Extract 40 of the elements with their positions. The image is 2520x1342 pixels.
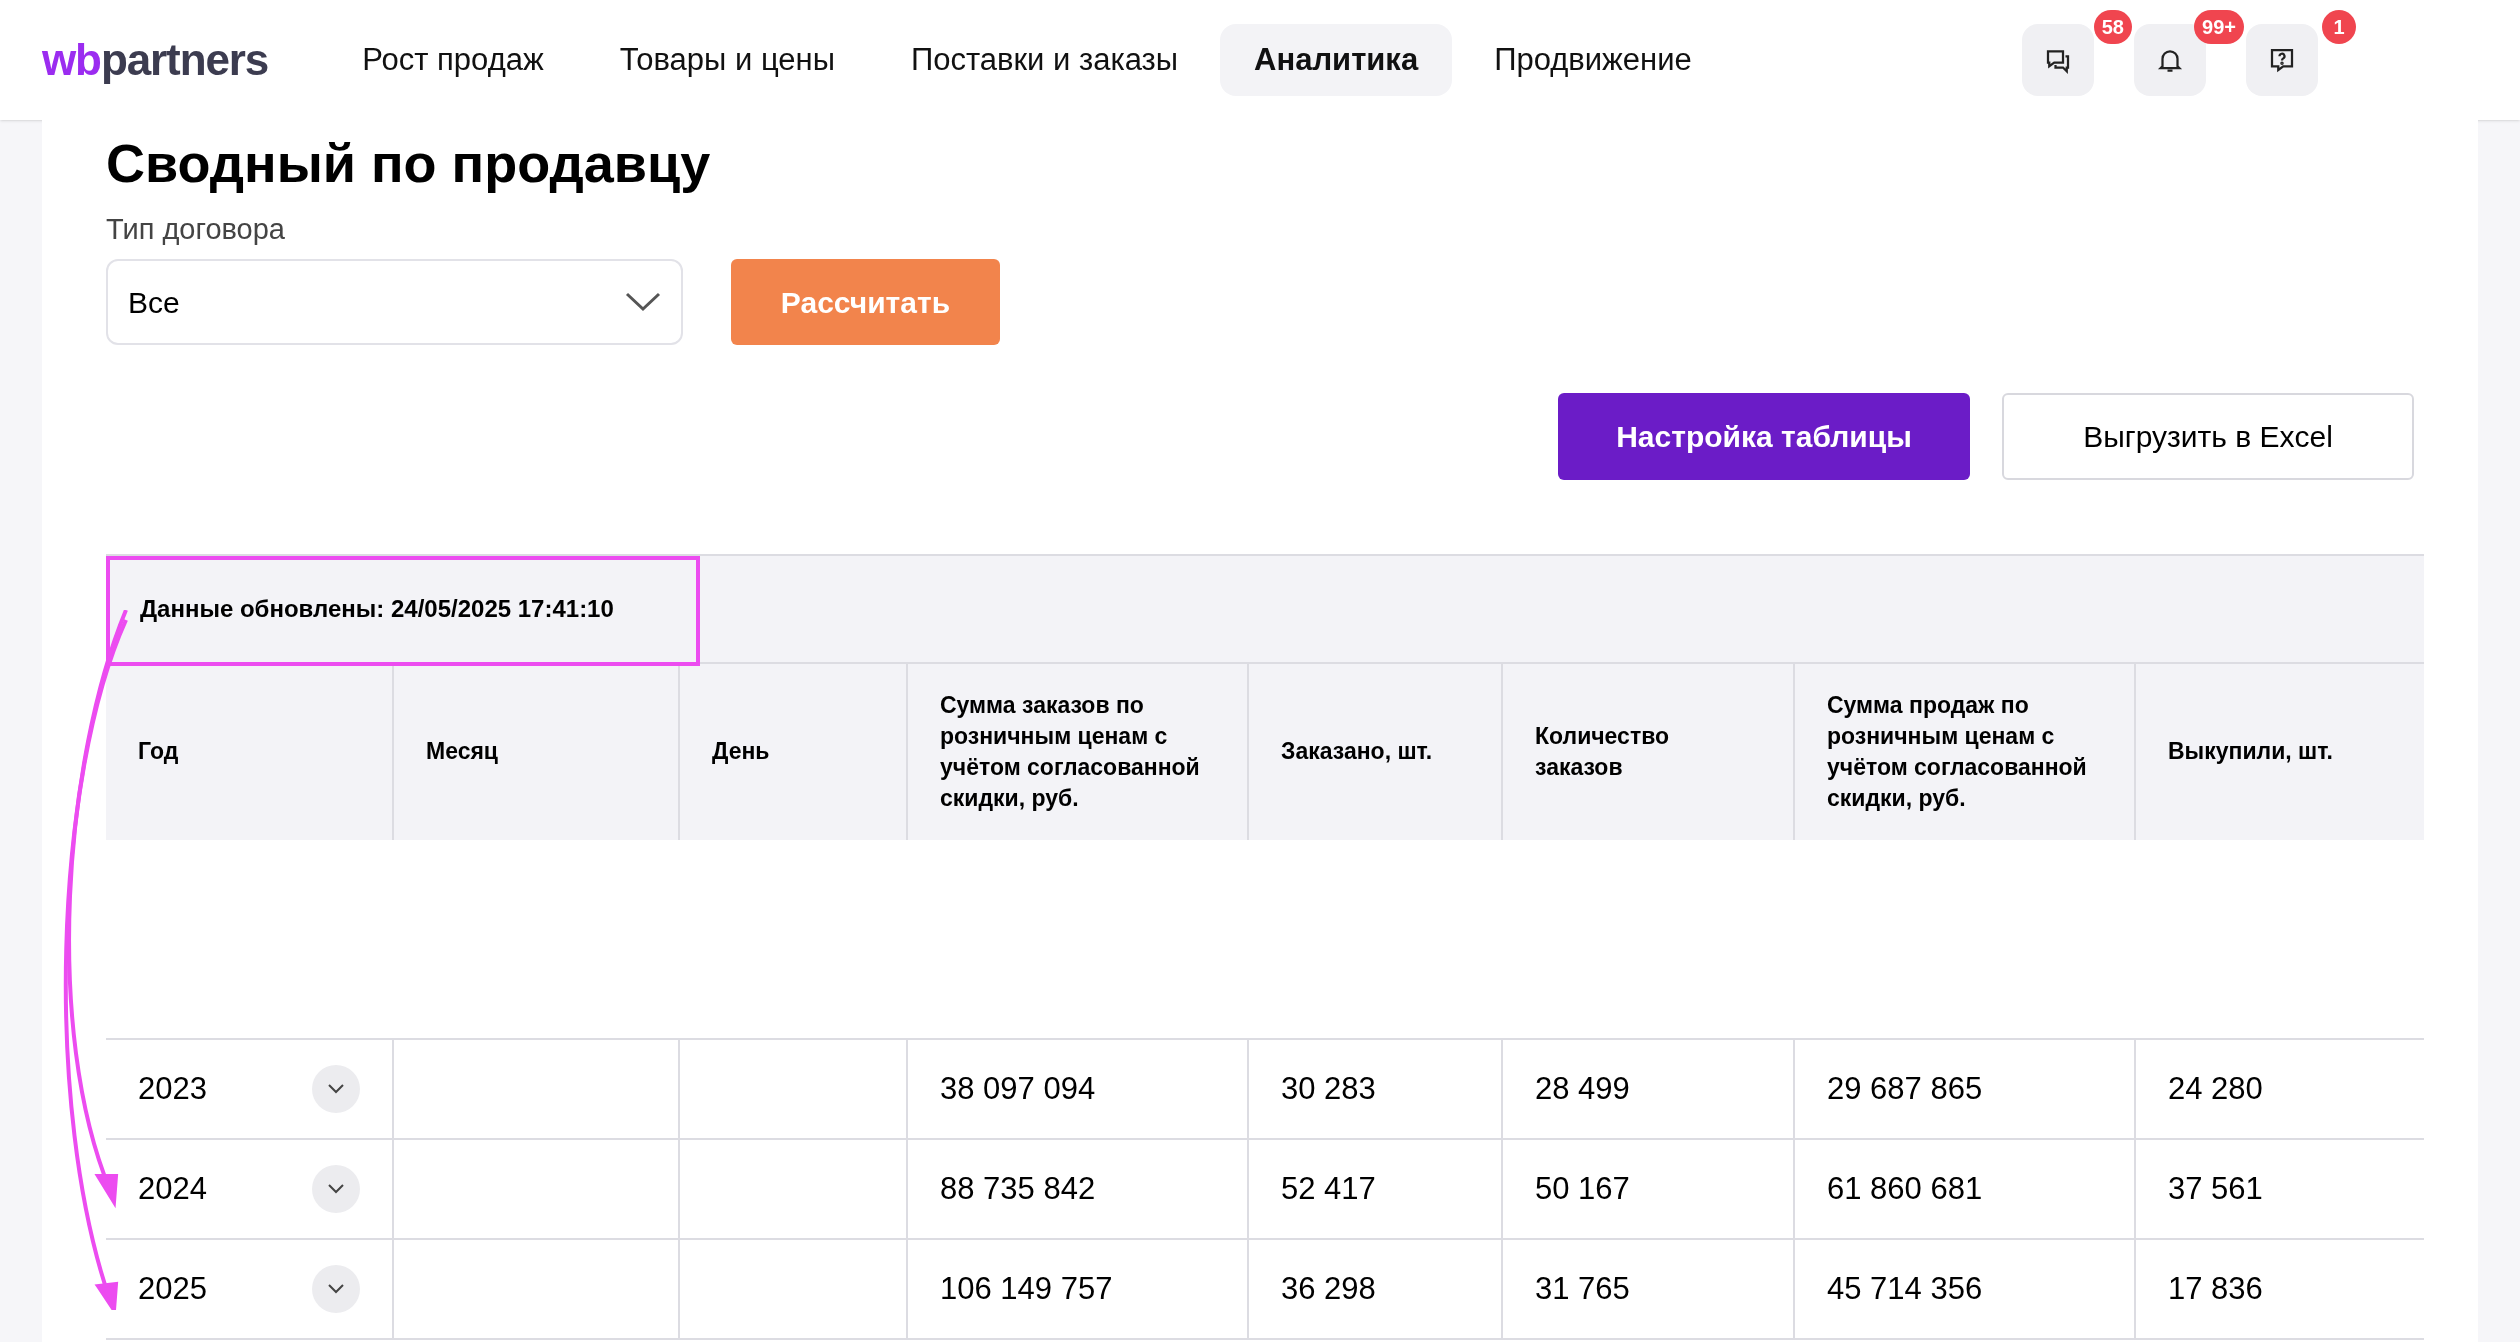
count-badge: 99+ — [2194, 10, 2244, 44]
page-title: Сводный по продавцу — [106, 132, 712, 195]
field-label: Тип договора — [106, 211, 286, 247]
nav-tab[interactable]: Продвижение — [1460, 24, 1726, 96]
header-icon-button[interactable] — [2246, 24, 2318, 96]
contract-type-select[interactable]: Все — [106, 259, 683, 345]
export-excel-button[interactable]: Выгрузить в Excel — [2002, 393, 2414, 480]
chevron-icon — [327, 1183, 345, 1195]
table-cell-text: 45 714 356 — [1827, 1269, 1983, 1308]
table-cell-text: 50 167 — [1535, 1169, 1630, 1208]
table-settings-button[interactable]: Настройка таблицы — [1558, 393, 1970, 480]
nav-tab[interactable]: Аналитика — [1220, 24, 1453, 96]
table-cell-text: 106 149 757 — [940, 1269, 1113, 1308]
table-cell-text: 52 417 — [1281, 1169, 1376, 1208]
table-cell-text: 31 765 — [1535, 1269, 1630, 1308]
chevron-down-icon — [625, 292, 661, 312]
table-cell-text: 28 499 — [1535, 1069, 1630, 1108]
nav-tab[interactable]: Поставки и заказы — [876, 24, 1213, 96]
table-cell-text: 29 687 865 — [1827, 1069, 1983, 1108]
logo[interactable]: wbpartners — [42, 38, 269, 82]
table-cell-text: 2024 — [138, 1169, 207, 1208]
count-badge: 1 — [2322, 10, 2356, 44]
nav-tab[interactable]: Товары и цены — [585, 24, 869, 96]
header-icon-button[interactable] — [2022, 24, 2094, 96]
table-cell-text: 36 298 — [1281, 1269, 1376, 1308]
table-cell-text: 88 735 842 — [940, 1169, 1096, 1208]
chevron-icon — [327, 1283, 345, 1295]
count-badge: 58 — [2093, 10, 2132, 44]
table-cell-text: 61 860 681 — [1827, 1169, 1983, 1208]
table-cell-text: 38 097 094 — [940, 1069, 1096, 1108]
nav-tab[interactable]: Рост продаж — [328, 24, 578, 96]
table-cell-text: 17 836 — [2168, 1269, 2263, 1308]
table-cell-text: 24 280 — [2168, 1069, 2263, 1108]
column-header: Год — [137, 737, 180, 767]
table-cell-text: 2023 — [138, 1069, 207, 1108]
table-cell-text: 2025 — [138, 1269, 207, 1308]
chevron-icon — [327, 1083, 345, 1095]
update-timestamp: Данные обновлены: 24/05/2025 17:41:10 — [140, 594, 614, 624]
table-cell-text: 30 283 — [1281, 1069, 1376, 1108]
table-cell-text: 37 561 — [2168, 1169, 2263, 1208]
